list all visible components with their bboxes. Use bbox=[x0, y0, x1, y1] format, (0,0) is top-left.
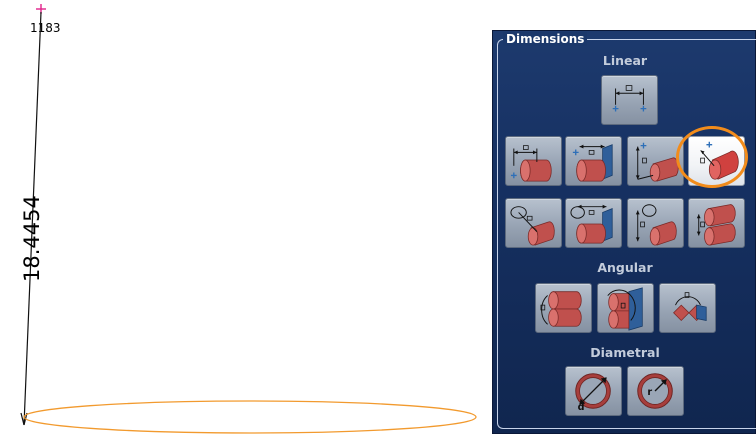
radius-dimension-button[interactable]: r bbox=[627, 366, 684, 416]
section-label-diametral: Diametral bbox=[590, 345, 660, 360]
linear-circle-to-plane-button[interactable] bbox=[565, 198, 622, 248]
panel-title: Dimensions bbox=[503, 32, 588, 46]
section-label-angular: Angular bbox=[597, 260, 653, 275]
linear-plane-to-cylinder-button[interactable] bbox=[565, 136, 622, 186]
svg-text:r: r bbox=[647, 387, 652, 398]
angle-rotated-cylinder-icon bbox=[673, 292, 707, 322]
cad-viewport[interactable]: 1183 18.4454 bbox=[0, 0, 490, 436]
linear-point-to-axis-button[interactable] bbox=[688, 136, 745, 186]
plane-to-cylinder-dimension-icon bbox=[572, 144, 613, 182]
angle-between-cylinders-icon bbox=[540, 291, 582, 327]
radius-icon: r bbox=[637, 373, 673, 409]
angular-three-point-button[interactable] bbox=[659, 283, 716, 333]
angular-plane-to-cylinder-button[interactable] bbox=[597, 283, 654, 333]
point-label: 1183 bbox=[30, 21, 61, 35]
cylinder-to-cylinder-dimension-icon bbox=[696, 204, 736, 246]
point-to-axis-dimension-icon bbox=[700, 141, 739, 180]
linear-circle-vertical-button[interactable] bbox=[627, 198, 684, 248]
circle-to-cylinder-dimension-icon bbox=[510, 206, 555, 246]
circle-to-plane-dimension-icon bbox=[570, 204, 613, 244]
circle-vertical-dimension-icon bbox=[635, 204, 677, 246]
linear-point-to-cylinder-button[interactable] bbox=[505, 136, 562, 186]
linear-point-to-point-button[interactable] bbox=[601, 75, 658, 125]
angle-plane-cylinder-icon bbox=[607, 287, 643, 331]
angular-cylinder-to-cylinder-button[interactable] bbox=[535, 283, 592, 333]
linear-vertical-point-cylinder-button[interactable] bbox=[627, 136, 684, 186]
dimensions-panel: Dimensions Linear Angular Diametral d r bbox=[492, 30, 756, 434]
point-to-cylinder-dimension-icon bbox=[510, 145, 552, 182]
diameter-icon: d bbox=[575, 373, 611, 413]
point-to-point-dimension-icon bbox=[612, 85, 647, 112]
section-label-linear: Linear bbox=[602, 53, 648, 68]
diameter-dimension-button[interactable]: d bbox=[565, 366, 622, 416]
dimension-value-label: 18.4454 bbox=[20, 195, 44, 282]
svg-text:d: d bbox=[578, 402, 585, 413]
linear-circle-to-cylinder-button[interactable] bbox=[505, 198, 562, 248]
vertical-dimension-icon bbox=[635, 142, 679, 182]
circle-outline bbox=[23, 400, 477, 434]
linear-cylinder-to-cylinder-button[interactable] bbox=[688, 198, 745, 248]
